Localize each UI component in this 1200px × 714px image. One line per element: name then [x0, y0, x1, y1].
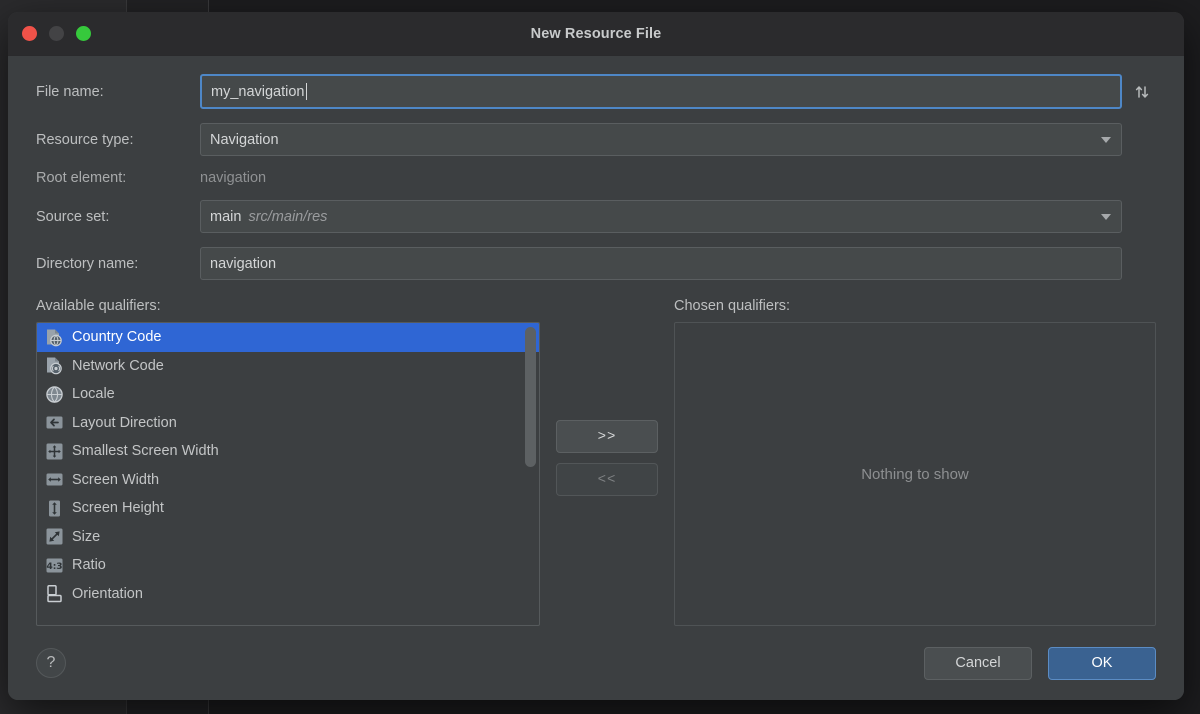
chosen-qualifiers-list[interactable]: Nothing to show: [674, 322, 1156, 626]
remove-qualifier-button[interactable]: <<: [556, 463, 658, 496]
cancel-button[interactable]: Cancel: [924, 646, 1032, 680]
ok-button[interactable]: OK: [1048, 646, 1156, 680]
network-code-icon: [45, 356, 64, 375]
smallest-screen-width-icon: [45, 442, 64, 461]
add-qualifier-button[interactable]: >>: [556, 420, 658, 453]
chevron-down-icon: [1101, 136, 1111, 143]
list-item[interactable]: 4:3 Ratio: [37, 551, 539, 580]
screen-height-icon: [45, 499, 64, 518]
list-item-label: Country Code: [72, 329, 162, 346]
file-name-input[interactable]: my_navigation: [200, 74, 1122, 109]
list-item[interactable]: Country Code: [37, 323, 539, 352]
file-name-label: File name:: [36, 83, 104, 100]
available-qualifiers-column: Available qualifiers: Country Code Networ…: [36, 298, 540, 626]
list-item[interactable]: Screen Width: [37, 466, 539, 495]
source-set-value: main: [210, 208, 242, 225]
list-item-label: Screen Height: [72, 500, 164, 517]
list-item[interactable]: Orientation: [37, 580, 539, 609]
list-scrollbar[interactable]: [525, 327, 536, 621]
resource-type-value: Navigation: [210, 131, 279, 148]
source-set-label: Source set:: [36, 208, 110, 225]
source-set-dropdown[interactable]: main src/main/res: [200, 200, 1122, 233]
dialog-footer: ? Cancel OK: [8, 626, 1184, 700]
list-item[interactable]: Locale: [37, 380, 539, 409]
list-item-label: Locale: [72, 386, 115, 403]
directory-name-label: Directory name:: [36, 255, 139, 272]
chosen-qualifiers-label: Chosen qualifiers:: [674, 298, 791, 314]
list-item-label: Size: [72, 528, 101, 545]
file-name-value: my_navigation: [211, 83, 305, 100]
transfer-buttons: >> <<: [540, 298, 674, 626]
dialog-title: New Resource File: [530, 25, 662, 42]
qualifiers-section: Available qualifiers: Country Code Networ…: [36, 298, 1156, 626]
resource-type-dropdown[interactable]: Navigation: [200, 123, 1122, 156]
screen-width-icon: [45, 470, 64, 489]
source-set-row: Source set: main src/main/res: [36, 200, 1156, 233]
list-item-label: Orientation: [72, 585, 143, 602]
dialog-titlebar: New Resource File: [8, 12, 1184, 56]
scrollbar-thumb[interactable]: [525, 327, 536, 467]
root-element-row: Root element: navigation: [36, 170, 1156, 186]
svg-text:4:3: 4:3: [46, 562, 62, 572]
list-item[interactable]: Size: [37, 523, 539, 552]
list-item-label: Screen Width: [72, 471, 160, 488]
directory-name-input[interactable]: navigation: [200, 247, 1122, 280]
chosen-qualifiers-column: Chosen qualifiers: Nothing to show: [674, 298, 1156, 626]
chevron-down-icon: [1101, 213, 1111, 220]
list-item[interactable]: Smallest Screen Width: [37, 437, 539, 466]
size-icon: [45, 527, 64, 546]
layout-direction-icon: [45, 413, 64, 432]
file-name-row: File name: my_navigation: [36, 74, 1156, 109]
root-element-value: navigation: [200, 170, 267, 186]
root-element-label: Root element:: [36, 170, 127, 186]
available-qualifiers-label: Available qualifiers:: [36, 298, 161, 314]
text-caret: [305, 83, 307, 100]
list-item[interactable]: Network Code: [37, 352, 539, 381]
resource-type-row: Resource type: Navigation: [36, 123, 1156, 156]
list-item-label: Layout Direction: [72, 414, 177, 431]
sort-arrows-icon[interactable]: [1128, 83, 1156, 101]
new-resource-file-dialog: New Resource File File name: my_navigati…: [8, 12, 1184, 700]
source-set-path: src/main/res: [248, 208, 328, 225]
list-item-label: Ratio: [72, 557, 106, 574]
list-item[interactable]: Layout Direction: [37, 409, 539, 438]
resource-type-label: Resource type:: [36, 131, 134, 148]
list-item-label: Network Code: [72, 357, 164, 374]
country-code-icon: [45, 328, 64, 347]
list-item[interactable]: Screen Height: [37, 494, 539, 523]
available-qualifiers-list[interactable]: Country Code Network Code Locale Layout Dir…: [36, 322, 540, 626]
help-button[interactable]: ?: [36, 648, 66, 678]
directory-name-row: Directory name: navigation: [36, 247, 1156, 280]
orientation-icon: [45, 584, 64, 603]
list-item-label: Smallest Screen Width: [72, 443, 219, 460]
dialog-body: File name: my_navigation Resource type: …: [8, 56, 1184, 626]
ratio-icon: 4:3: [45, 556, 64, 575]
directory-name-value: navigation: [210, 255, 277, 272]
empty-state-text: Nothing to show: [861, 465, 969, 483]
locale-globe-icon: [45, 385, 64, 404]
